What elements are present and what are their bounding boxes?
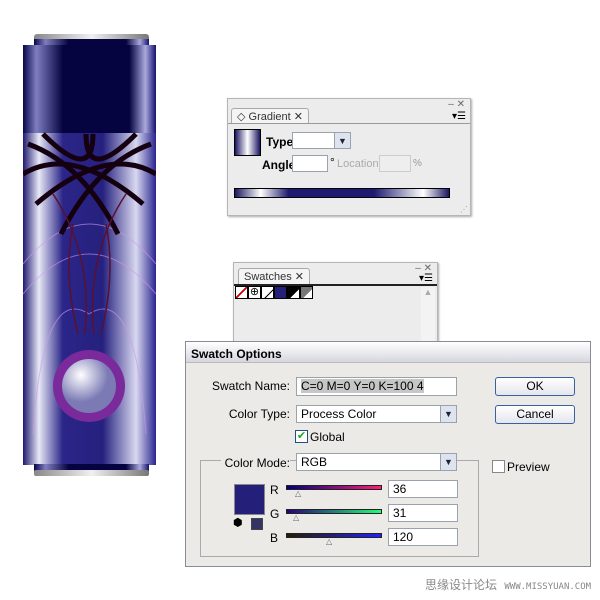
- tab-grip-icon: ◇: [237, 111, 249, 123]
- r-value-input[interactable]: 36: [388, 480, 458, 498]
- panel-controls[interactable]: – ✕: [448, 99, 465, 110]
- tab-gradient[interactable]: ◇ Gradient ✕: [231, 108, 309, 124]
- preview-checkbox[interactable]: [492, 460, 505, 473]
- resize-grip-icon[interactable]: ⋰: [460, 205, 468, 214]
- tab-label: Gradient: [248, 111, 291, 123]
- checkmark-icon: ✔: [296, 430, 307, 442]
- degree-symbol: °: [330, 155, 335, 169]
- channel-label: B: [270, 531, 279, 545]
- ok-label: OK: [526, 379, 544, 393]
- preview-label: Preview: [507, 460, 550, 474]
- b-slider-thumb[interactable]: △: [326, 537, 332, 546]
- tab-swatches[interactable]: Swatches ✕: [238, 268, 310, 284]
- color-type-label: Color Type:: [228, 407, 290, 421]
- global-checkbox[interactable]: ✔: [295, 430, 308, 443]
- ok-button[interactable]: OK: [495, 377, 575, 396]
- tab-label: Swatches: [244, 271, 292, 283]
- r-value: 36: [393, 482, 407, 496]
- gradient-preview-swatch[interactable]: [234, 129, 261, 156]
- channel-label: R: [270, 483, 279, 497]
- chevron-down-icon[interactable]: ▼: [440, 406, 456, 422]
- white-swatch[interactable]: [261, 286, 274, 299]
- chevron-down-icon[interactable]: ▼: [334, 133, 350, 148]
- color-mode-select[interactable]: RGB ▼: [296, 453, 457, 471]
- registration-swatch[interactable]: ⊕: [248, 286, 261, 299]
- g-slider-track[interactable]: [286, 509, 382, 514]
- none-swatch[interactable]: [235, 286, 248, 299]
- gradient-slider-bar[interactable]: [234, 188, 450, 198]
- b-value: 120: [393, 530, 414, 544]
- channel-label: G: [270, 507, 280, 521]
- color-mode-label: Color Mode:: [220, 456, 290, 470]
- color-mode-value: RGB: [301, 455, 328, 469]
- r-slider-thumb[interactable]: △: [295, 489, 301, 498]
- watermark-url: WWW.MISSYUAN.COM: [504, 582, 592, 592]
- out-of-web-gamut-cube-icon[interactable]: ⬢: [233, 516, 243, 529]
- angle-input[interactable]: [292, 155, 328, 172]
- panel-menu-icon[interactable]: ▾☰: [419, 273, 433, 284]
- panel-menu-icon[interactable]: ▾☰: [452, 111, 466, 122]
- b-slider-track[interactable]: [286, 533, 382, 538]
- web-safe-swatch[interactable]: [251, 518, 263, 530]
- swatches-panel: – ✕ Swatches ✕ ▾☰ ⊕ ▲: [233, 262, 438, 352]
- color-type-value: Process Color: [301, 407, 377, 421]
- dialog-title: Swatch Options: [191, 347, 282, 361]
- gray-swatch[interactable]: [300, 286, 313, 299]
- gradient-panel: – ✕ ◇ Gradient ✕ ▾☰ Type: ▼ Angle: ° Loc…: [227, 98, 471, 216]
- color-preview-swatch: [234, 484, 265, 515]
- blue-global-swatch[interactable]: [274, 286, 287, 299]
- watermark-text: 思缘设计论坛: [425, 578, 498, 592]
- g-value: 31: [393, 506, 407, 520]
- location-input: [379, 155, 411, 172]
- bottle-artwork: [21, 34, 158, 478]
- swatch-name-label: Swatch Name:: [211, 379, 290, 393]
- percent-symbol: %: [413, 158, 422, 169]
- swatch-name-input[interactable]: C=0 M=0 Y=0 K=100 4: [296, 377, 457, 396]
- g-value-input[interactable]: 31: [388, 504, 458, 522]
- global-label: Global: [310, 430, 345, 444]
- black-swatch[interactable]: [287, 286, 300, 299]
- g-slider-thumb[interactable]: △: [293, 513, 299, 522]
- swatch-options-dialog: Swatch Options Swatch Name: C=0 M=0 Y=0 …: [185, 341, 591, 567]
- watermark: 思缘设计论坛 WWW.MISSYUAN.COM: [425, 576, 591, 593]
- b-value-input[interactable]: 120: [388, 528, 458, 546]
- close-icon[interactable]: ✕: [294, 111, 303, 123]
- close-icon[interactable]: ✕: [295, 271, 304, 283]
- cancel-button[interactable]: Cancel: [495, 405, 575, 424]
- chevron-down-icon[interactable]: ▼: [440, 454, 456, 470]
- location-label: Location:: [337, 158, 382, 170]
- cancel-label: Cancel: [516, 407, 554, 421]
- swatch-name-value: C=0 M=0 Y=0 K=100 4: [301, 379, 424, 393]
- type-select[interactable]: ▼: [292, 132, 351, 149]
- color-type-select[interactable]: Process Color ▼: [296, 405, 457, 423]
